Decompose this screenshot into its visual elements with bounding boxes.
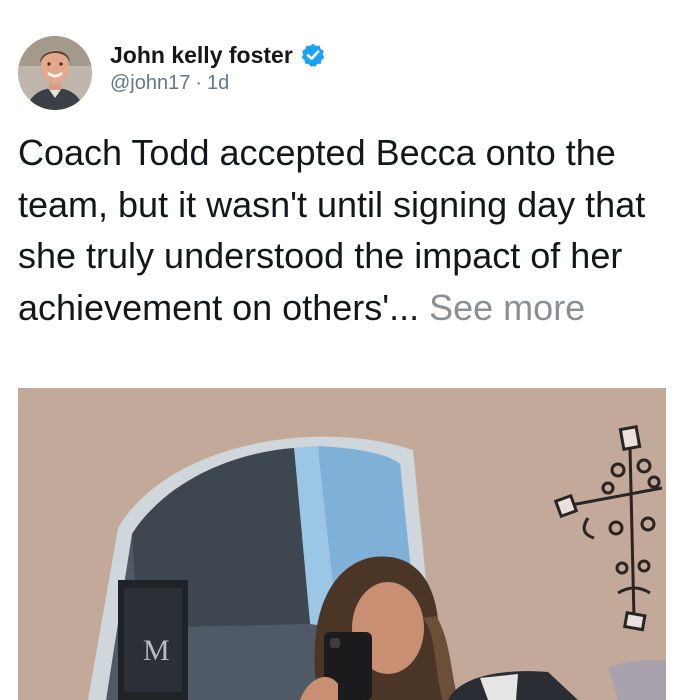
author-display-name[interactable]: John kelly foster [110,42,293,69]
author-name-row: John kelly foster [110,40,326,70]
meta-separator: · [195,72,203,94]
see-more-link[interactable]: See more [429,287,585,328]
author-avatar[interactable] [18,36,92,110]
author-meta: @john17 · 1d [110,72,229,95]
verified-badge-icon [300,42,326,68]
tweet-body: Coach Todd accepted Becca onto the team,… [18,127,688,333]
author-handle[interactable]: @john17 [110,72,190,94]
tweet-photo[interactable]: M [18,388,666,700]
tweet-header: John kelly foster @john17 · 1d [18,36,678,112]
tweet-timestamp[interactable]: 1d [207,72,229,94]
photo-sign-letter: M [143,634,170,667]
